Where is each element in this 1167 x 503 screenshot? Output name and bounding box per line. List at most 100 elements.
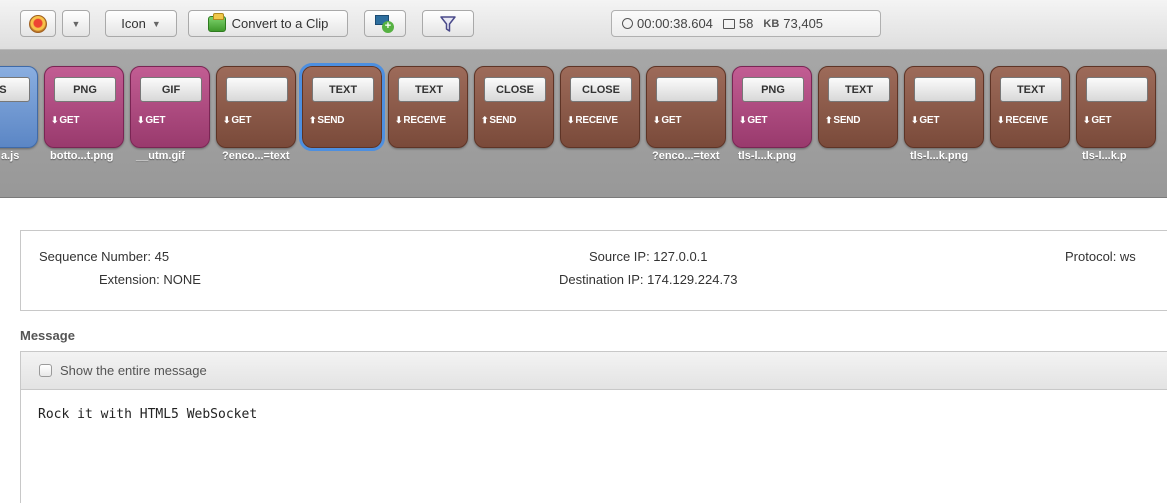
- message-options-bar: Show the entire message: [21, 352, 1167, 390]
- timeline-frame[interactable]: ⬇GET: [216, 66, 296, 148]
- arrow-down-icon: ⬇: [395, 115, 403, 125]
- frame-direction: ⬇GET: [1083, 115, 1112, 126]
- capture-stats: 00:00:38.604 58 KB 73,405: [611, 10, 881, 37]
- arrow-down-icon: ⬇: [567, 115, 575, 125]
- record-options-dropdown[interactable]: ▼: [62, 10, 90, 37]
- record-icon: [29, 14, 47, 33]
- arrow-down-icon: ⬇: [223, 115, 231, 125]
- frame-resource-label: tls-l...k.p: [1082, 150, 1127, 162]
- convert-to-clip-label: Convert to a Clip: [231, 16, 329, 31]
- view-mode-label: Icon: [121, 16, 146, 31]
- frame-type-badge: [226, 77, 288, 102]
- frame-type-badge: [656, 77, 718, 102]
- frame-resource-label: ?enco...=text: [652, 150, 720, 162]
- arrow-down-icon: ⬇: [51, 115, 59, 125]
- timeline-frame[interactable]: TEXT ⬇RECEIVE: [388, 66, 468, 148]
- frame-type-badge: GIF: [140, 77, 202, 102]
- frame-direction-label: RECEIVE: [575, 115, 618, 126]
- chevron-down-icon: ▼: [71, 18, 81, 29]
- frame-direction: ⬇RECEIVE: [997, 115, 1048, 126]
- frame-direction-label: GET: [661, 115, 682, 126]
- frame-type-badge: CLOSE: [570, 77, 632, 102]
- frame-direction-label: GET: [59, 115, 80, 126]
- arrow-up-icon: ⬆: [825, 115, 833, 125]
- frame-direction: ⬇GET: [51, 115, 80, 126]
- frame-direction: ⬇GET: [137, 115, 166, 126]
- frame-direction-label: RECEIVE: [1005, 115, 1048, 126]
- sequence-number: Sequence Number: 45: [39, 249, 170, 264]
- frame-type-badge: TEXT: [828, 77, 890, 102]
- frame-direction-label: SEND: [489, 115, 517, 126]
- timeline-frame[interactable]: TEXT ⬆SEND: [818, 66, 898, 148]
- frame-type-badge: US: [0, 77, 30, 102]
- source-ip: Source IP: 127.0.0.1: [589, 249, 708, 264]
- arrow-up-icon: ⬆: [309, 115, 317, 125]
- convert-to-clip-button[interactable]: Convert to a Clip: [188, 10, 348, 37]
- timeline-frame[interactable]: GIF ⬇GET: [130, 66, 210, 148]
- frame-direction: ⬆SEND: [309, 115, 345, 126]
- frame-direction: ⬇RECEIVE: [567, 115, 618, 126]
- frame-count: 58: [722, 16, 753, 31]
- frame-resource-label: tls-l...k.png: [910, 150, 969, 162]
- frame-icon: [722, 18, 735, 29]
- arrow-up-icon: ⬆: [481, 115, 489, 125]
- frame-direction-label: GET: [1091, 115, 1112, 126]
- arrow-down-icon: ⬇: [997, 115, 1005, 125]
- frame-direction-label: GET: [145, 115, 166, 126]
- view-mode-dropdown[interactable]: Icon ▼: [105, 10, 177, 37]
- frame-details-panel: Sequence Number: 45 Extension: NONE Sour…: [20, 230, 1167, 311]
- timeline-frame[interactable]: ⬇GET: [1076, 66, 1156, 148]
- frame-direction-label: SEND: [317, 115, 345, 126]
- frame-type-badge: PNG: [54, 77, 116, 102]
- arrow-down-icon: ⬇: [911, 115, 919, 125]
- timeline-frame[interactable]: PNG ⬇GET: [44, 66, 124, 148]
- timeline-frame[interactable]: USET: [0, 66, 38, 148]
- frame-direction-label: SEND: [833, 115, 861, 126]
- timeline-frame[interactable]: ⬇GET: [904, 66, 984, 148]
- record-button[interactable]: [20, 10, 56, 37]
- destination-ip: Destination IP: 174.129.224.73: [559, 272, 738, 287]
- frame-type-badge: [914, 77, 976, 102]
- frame-resource-label: a.js: [1, 150, 20, 162]
- frame-direction: ⬇GET: [911, 115, 940, 126]
- frame-resource-label: tls-l...k.png: [738, 150, 797, 162]
- frame-type-badge: [1086, 77, 1148, 102]
- network-add-icon: +: [375, 14, 395, 33]
- arrow-down-icon: ⬇: [653, 115, 661, 125]
- frame-direction-label: GET: [231, 115, 252, 126]
- timeline-frame[interactable]: TEXT ⬇RECEIVE: [990, 66, 1070, 148]
- timeline-frame[interactable]: ⬇GET: [646, 66, 726, 148]
- frame-direction: ⬆SEND: [825, 115, 861, 126]
- frame-type-badge: TEXT: [398, 77, 460, 102]
- frame-type-badge: PNG: [742, 77, 804, 102]
- clip-icon: [207, 12, 226, 32]
- message-panel: Show the entire message Rock it with HTM…: [20, 351, 1167, 503]
- filter-icon: [440, 15, 456, 32]
- frame-direction: ⬆SEND: [481, 115, 517, 126]
- arrow-down-icon: ⬇: [137, 115, 145, 125]
- frame-type-badge: TEXT: [1000, 77, 1062, 102]
- frame-type-badge: CLOSE: [484, 77, 546, 102]
- elapsed-time: 00:00:38.604: [622, 16, 713, 31]
- frame-direction: ⬇RECEIVE: [395, 115, 446, 126]
- show-entire-message-label[interactable]: Show the entire message: [60, 363, 207, 378]
- timeline-frame[interactable]: CLOSE ⬆SEND: [474, 66, 554, 148]
- timeline-frame[interactable]: CLOSE ⬇RECEIVE: [560, 66, 640, 148]
- frame-timeline[interactable]: USETa.jsPNG⬇GETbotto...t.pngGIF⬇GET__utm…: [0, 50, 1167, 198]
- frame-direction-label: RECEIVE: [403, 115, 446, 126]
- show-entire-message-checkbox[interactable]: [39, 364, 52, 377]
- add-network-button[interactable]: +: [364, 10, 406, 37]
- clock-icon: [622, 18, 633, 29]
- frame-direction-label: GET: [919, 115, 940, 126]
- frame-resource-label: botto...t.png: [50, 150, 114, 162]
- chevron-down-icon: ▼: [151, 18, 161, 29]
- arrow-down-icon: ⬇: [1083, 115, 1091, 125]
- timeline-frame[interactable]: PNG ⬇GET: [732, 66, 812, 148]
- filter-button[interactable]: [422, 10, 474, 37]
- message-section-title: Message: [20, 328, 75, 343]
- data-size: KB 73,405: [763, 16, 824, 31]
- frame-direction: ⬇GET: [653, 115, 682, 126]
- timeline-frame[interactable]: TEXT ⬆SEND: [299, 63, 385, 151]
- frame-direction-label: GET: [747, 115, 768, 126]
- frame-direction: ⬇GET: [739, 115, 768, 126]
